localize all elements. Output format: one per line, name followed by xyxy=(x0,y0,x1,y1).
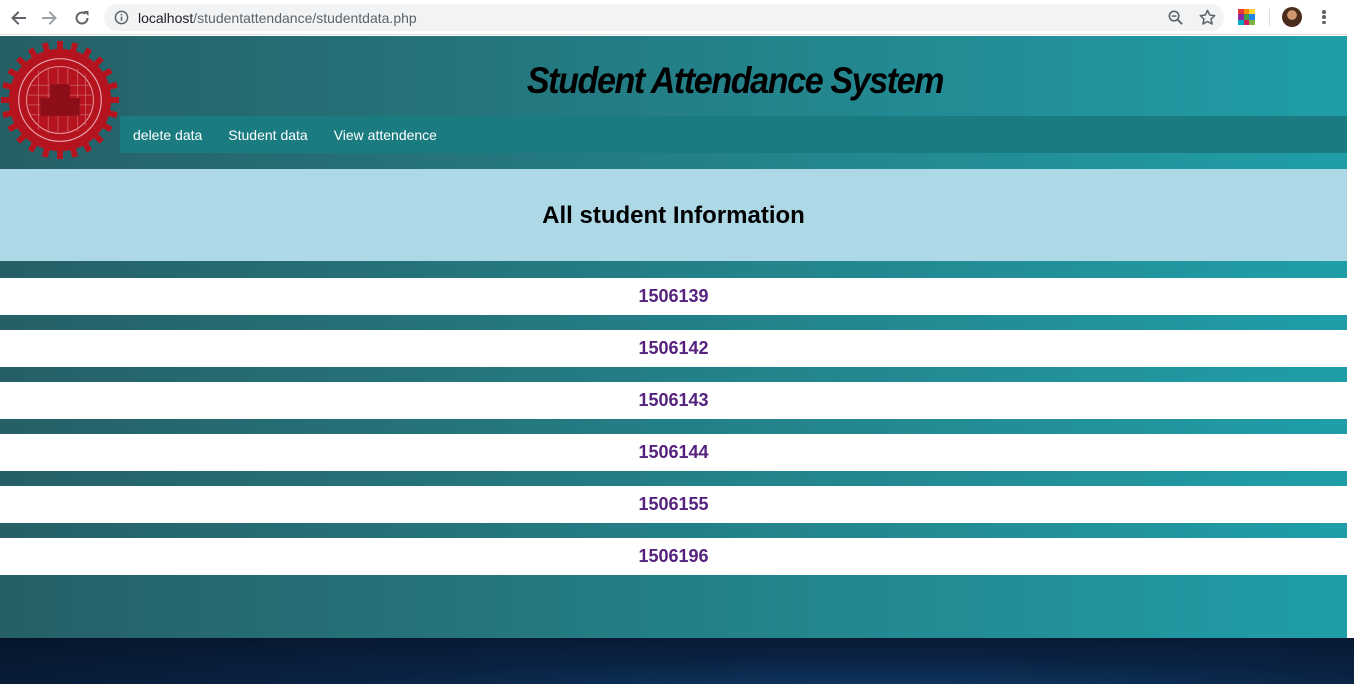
list-item: 1506142 xyxy=(0,330,1347,367)
student-id-link[interactable]: 1506196 xyxy=(638,546,708,567)
reload-icon[interactable] xyxy=(70,6,94,30)
info-icon[interactable] xyxy=(114,10,129,25)
student-id-link[interactable]: 1506139 xyxy=(638,286,708,307)
student-id-link[interactable]: 1506143 xyxy=(638,390,708,411)
student-id-link[interactable]: 1506142 xyxy=(638,338,708,359)
color-grid-extension-icon[interactable] xyxy=(1238,9,1255,25)
kebab-menu-icon[interactable] xyxy=(1316,8,1332,26)
list-item: 1506144 xyxy=(0,434,1347,471)
url-host: localhost xyxy=(138,10,194,26)
list-item: 1506196 xyxy=(0,538,1347,575)
avatar[interactable] xyxy=(1282,7,1302,27)
nav-view-attendence[interactable]: View attendence xyxy=(334,127,437,143)
address-bar[interactable]: localhost/studentattendance/studentdata.… xyxy=(104,4,1224,31)
browser-toolbar: localhost/studentattendance/studentdata.… xyxy=(0,0,1347,35)
student-id-link[interactable]: 1506155 xyxy=(638,494,708,515)
url-path: /studentattendance/studentdata.php xyxy=(193,10,417,26)
url-text[interactable]: localhost/studentattendance/studentdata.… xyxy=(138,10,417,26)
toolbar-divider xyxy=(1269,9,1270,26)
star-icon[interactable] xyxy=(1198,8,1217,27)
browser-window: localhost/studentattendance/studentdata.… xyxy=(0,0,1347,638)
nav-delete-data[interactable]: delete data xyxy=(133,127,202,143)
main-navbar: delete data Student data View attendence xyxy=(120,116,1347,153)
student-list: 1506139 1506142 1506143 1506144 1506155 … xyxy=(0,278,1347,590)
info-panel: All student Information xyxy=(0,169,1347,261)
desktop-background xyxy=(0,638,1354,684)
list-item: 1506139 xyxy=(0,278,1347,315)
forward-icon[interactable] xyxy=(38,6,62,30)
window-edge xyxy=(1347,0,1354,638)
student-id-link[interactable]: 1506144 xyxy=(638,442,708,463)
page-content: Student Attendance System delete data St… xyxy=(0,36,1347,638)
nav-student-data[interactable]: Student data xyxy=(228,127,307,143)
site-title: Student Attendance System xyxy=(526,60,945,101)
page-heading: All student Information xyxy=(542,201,805,229)
back-icon[interactable] xyxy=(6,6,30,30)
zoom-out-icon[interactable] xyxy=(1167,9,1184,26)
list-item: 1506143 xyxy=(0,382,1347,419)
list-item: 1506155 xyxy=(0,486,1347,523)
